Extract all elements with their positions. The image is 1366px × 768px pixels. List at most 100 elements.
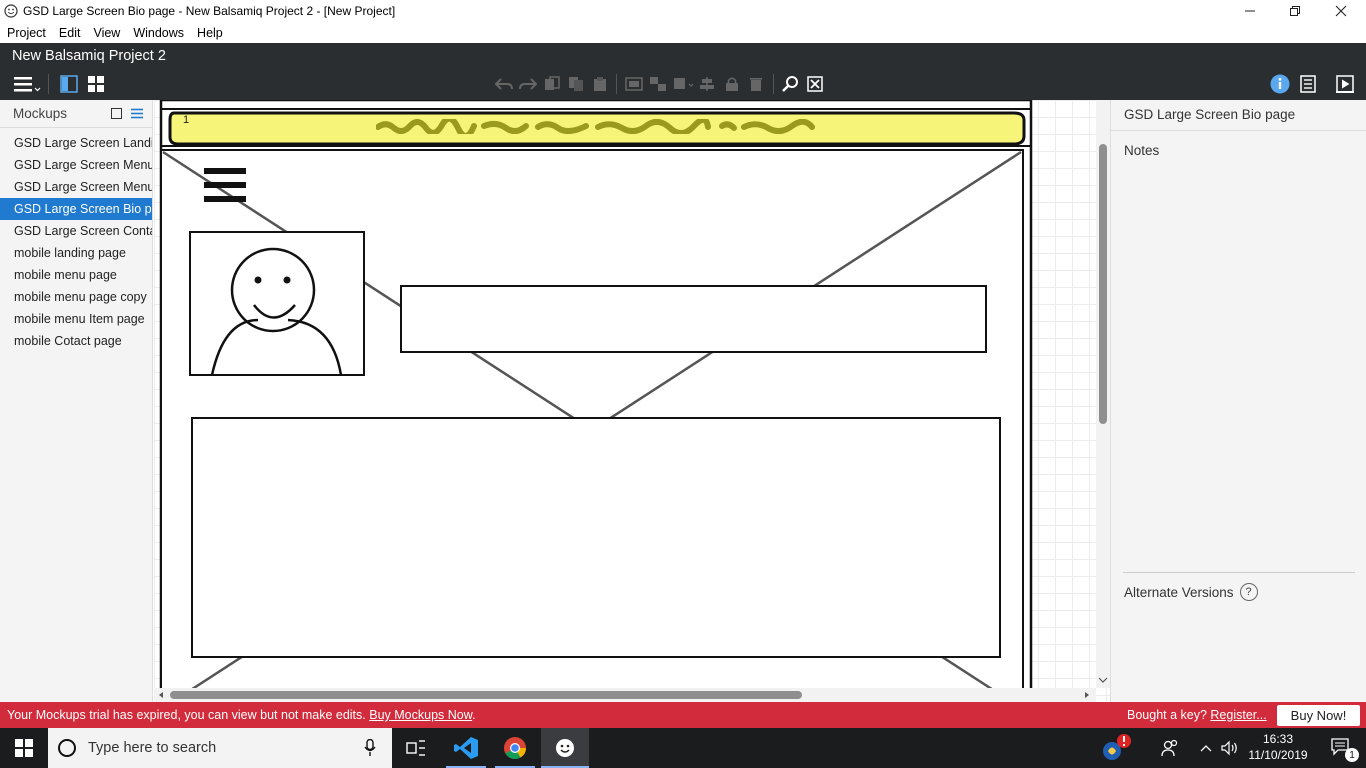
title-bar: GSD Large Screen Bio page - New Balsamiq… — [0, 0, 1366, 22]
paste-button[interactable] — [590, 74, 610, 94]
windows-taskbar: Type here to search 16:33 11/10/2019 1 — [0, 728, 1366, 768]
task-view-icon — [406, 740, 425, 756]
duplicate-icon — [569, 77, 583, 91]
menu-view[interactable]: View — [93, 26, 120, 40]
taskbar-clock[interactable]: 16:33 11/10/2019 — [1240, 731, 1316, 763]
mockup-item-gsd-menu-2[interactable]: GSD Large Screen Menu — [0, 176, 152, 198]
register-link[interactable]: Register... — [1210, 708, 1266, 722]
trial-expired-banner: Your Mockups trial has expired, you can … — [0, 702, 1366, 728]
help-icon[interactable]: ? — [1239, 583, 1258, 601]
canvas-vertical-scrollbar[interactable] — [1096, 100, 1110, 688]
taskbar-search-box[interactable]: Type here to search — [48, 728, 392, 768]
buy-now-button[interactable]: Buy Now! — [1277, 705, 1360, 726]
address-bar-scribble — [376, 119, 815, 134]
redo-button[interactable] — [518, 74, 538, 94]
toolbar-divider — [616, 74, 617, 94]
ungroup-button[interactable] — [648, 74, 668, 94]
mockups-panel: Mockups GSD Large Screen Landi GSD Large… — [0, 100, 153, 702]
vertical-scroll-thumb[interactable] — [1099, 144, 1107, 424]
mockup-item-mobile-contact[interactable]: mobile Cotact page — [0, 330, 152, 352]
cortana-circle-icon — [58, 739, 76, 757]
quick-search-button[interactable] — [780, 74, 802, 94]
redo-icon — [519, 78, 537, 90]
mockup-item-mobile-menu-item[interactable]: mobile menu Item page — [0, 308, 152, 330]
fullscreen-button[interactable] — [805, 74, 825, 94]
mockup-item-gsd-contact[interactable]: GSD Large Screen Conta — [0, 220, 152, 242]
group-button[interactable] — [624, 74, 644, 94]
ungroup-icon — [650, 77, 666, 91]
notification-count: 1 — [1345, 748, 1359, 762]
action-center-button[interactable]: 1 — [1318, 728, 1366, 768]
restore-button[interactable] — [1272, 0, 1318, 22]
notes-view-button[interactable] — [1297, 74, 1319, 94]
restore-icon — [1290, 6, 1300, 16]
balsamiq-taskbar-button[interactable] — [541, 728, 589, 768]
app-header: New Balsamiq Project 2 — [0, 43, 1366, 100]
lock-button[interactable] — [722, 74, 742, 94]
mockup-item-mobile-landing[interactable]: mobile landing page — [0, 242, 152, 264]
hamburger-icon — [14, 77, 41, 92]
align-icon — [700, 77, 714, 91]
thumbnail-view-icon[interactable] — [111, 108, 122, 119]
show-hidden-icons-button[interactable] — [1195, 728, 1217, 768]
tray-app-alert[interactable] — [1096, 728, 1136, 768]
address-bar-page-number: 1 — [183, 114, 190, 126]
balsamiq-smiley-icon — [556, 739, 574, 757]
mockup-item-gsd-bio-selected[interactable]: GSD Large Screen Bio pa — [0, 198, 152, 220]
arrange-button[interactable] — [672, 74, 696, 94]
scroll-left-icon[interactable] — [157, 691, 165, 699]
mockup-title: GSD Large Screen Bio page — [1124, 107, 1296, 122]
key-prompt: Bought a key? — [1127, 708, 1207, 722]
menu-help[interactable]: Help — [197, 26, 223, 40]
volume-button[interactable] — [1218, 728, 1242, 768]
info-icon — [1270, 74, 1290, 94]
microphone-icon[interactable] — [364, 739, 376, 757]
trial-message: Your Mockups trial has expired, you can … — [7, 708, 476, 722]
project-name: New Balsamiq Project 2 — [12, 48, 166, 64]
mockups-panel-header: Mockups — [0, 100, 152, 128]
menu-project[interactable]: Project — [7, 26, 46, 40]
vscode-taskbar-button[interactable] — [442, 728, 490, 768]
clock-date: 11/10/2019 — [1248, 748, 1308, 762]
hamburger-menu-button[interactable] — [12, 74, 42, 94]
copy-icon — [545, 76, 560, 90]
people-button[interactable] — [1150, 728, 1190, 768]
arrange-icon — [674, 78, 694, 89]
grid-view-button[interactable] — [85, 74, 107, 94]
grid-icon — [88, 76, 104, 92]
mockup-canvas[interactable]: 1 — [154, 100, 1110, 702]
close-button[interactable] — [1318, 0, 1364, 22]
minimize-button[interactable] — [1227, 0, 1273, 22]
windows-logo-icon — [15, 739, 33, 757]
horizontal-scroll-thumb[interactable] — [170, 691, 802, 699]
start-button[interactable] — [0, 728, 48, 768]
mockup-item-gsd-landing[interactable]: GSD Large Screen Landi — [0, 132, 152, 154]
toggle-navigator-button[interactable] — [58, 74, 80, 94]
align-button[interactable] — [698, 74, 720, 94]
menu-windows[interactable]: Windows — [133, 26, 184, 40]
people-icon — [1161, 739, 1178, 757]
menu-edit[interactable]: Edit — [59, 26, 81, 40]
mockup-item-gsd-menu[interactable]: GSD Large Screen Menu — [0, 154, 152, 176]
presentation-button[interactable] — [1334, 74, 1356, 94]
list-view-icon[interactable] — [131, 108, 143, 119]
scroll-right-icon[interactable] — [1083, 691, 1091, 699]
mockup-item-mobile-menu-copy[interactable]: mobile menu page copy — [0, 286, 152, 308]
buy-mockups-link[interactable]: Buy Mockups Now — [369, 708, 472, 722]
speaker-icon — [1221, 740, 1237, 756]
duplicate-button[interactable] — [566, 74, 586, 94]
notes-label[interactable]: Notes — [1124, 143, 1159, 158]
divider — [1123, 572, 1355, 573]
alternate-versions-section: Alternate Versions ? — [1124, 583, 1258, 601]
info-button[interactable] — [1269, 74, 1291, 94]
task-view-button[interactable] — [392, 728, 440, 768]
copy-button[interactable] — [542, 74, 562, 94]
trial-message-period: . — [472, 708, 476, 722]
scroll-down-icon[interactable] — [1098, 676, 1108, 684]
mockup-item-mobile-menu[interactable]: mobile menu page — [0, 264, 152, 286]
undo-button[interactable] — [494, 74, 514, 94]
minimize-icon — [1245, 10, 1255, 12]
chrome-taskbar-button[interactable] — [491, 728, 539, 768]
delete-button[interactable] — [746, 74, 766, 94]
canvas-horizontal-scrollbar[interactable] — [154, 688, 1096, 702]
